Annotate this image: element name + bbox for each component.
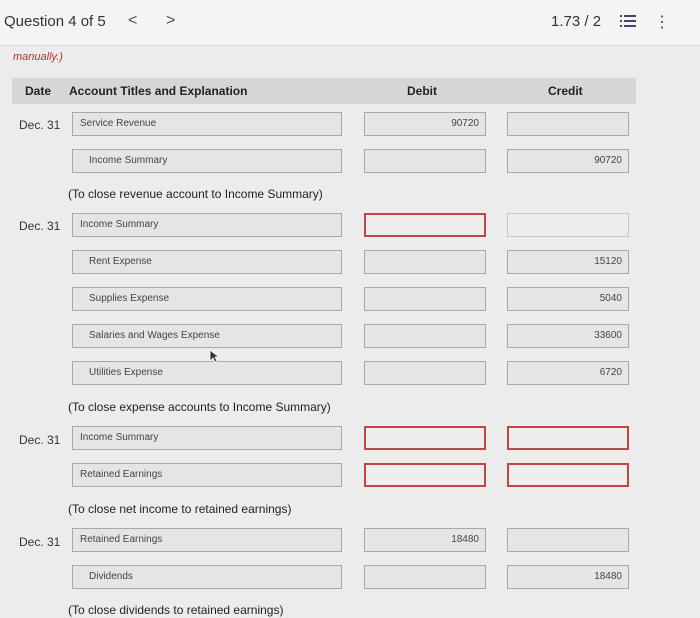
journal-table-header: Date Account Titles and Explanation Debi…	[12, 78, 636, 104]
account-field[interactable]: Income Summary	[72, 213, 342, 237]
entry-explanation: (To close net income to retained earning…	[68, 502, 292, 516]
credit-field[interactable]: 33600	[507, 324, 629, 348]
account-field[interactable]: Retained Earnings	[72, 463, 342, 487]
account-field[interactable]: Rent Expense	[72, 250, 342, 274]
entry-date: Dec. 31	[19, 535, 61, 549]
question-toolbar: Question 4 of 5 < > 1.73 / 2 ⋮	[0, 0, 700, 46]
account-field[interactable]: Utilities Expense	[72, 361, 342, 385]
credit-field-incorrect[interactable]	[507, 426, 629, 450]
debit-field[interactable]: 90720	[364, 112, 486, 136]
entry-explanation: (To close dividends to retained earnings…	[68, 603, 284, 617]
entry-date: Dec. 31	[19, 219, 61, 233]
entry-explanation: (To close expense accounts to Income Sum…	[68, 400, 331, 414]
account-field[interactable]: Supplies Expense	[72, 287, 342, 311]
next-question-button[interactable]: >	[166, 12, 175, 30]
credit-field[interactable]	[507, 213, 629, 237]
account-field[interactable]: Income Summary	[72, 426, 342, 450]
account-field[interactable]: Service Revenue	[72, 112, 342, 136]
score-display: 1.73 / 2	[551, 13, 602, 30]
debit-field-incorrect[interactable]	[364, 213, 486, 237]
entry-explanation: (To close revenue account to Income Summ…	[68, 187, 323, 201]
credit-field[interactable]: 6720	[507, 361, 629, 385]
debit-field[interactable]	[364, 324, 486, 348]
previous-question-button[interactable]: <	[128, 12, 137, 30]
credit-field[interactable]: 90720	[507, 149, 629, 173]
debit-field[interactable]	[364, 149, 486, 173]
account-field[interactable]: Retained Earnings	[72, 528, 342, 552]
debit-field[interactable]	[364, 565, 486, 589]
more-options-icon[interactable]: ⋮	[654, 12, 670, 32]
mouse-pointer-icon	[209, 349, 219, 363]
debit-field[interactable]: 18480	[364, 528, 486, 552]
debit-field[interactable]	[364, 250, 486, 274]
credit-field[interactable]: 18480	[507, 565, 629, 589]
debit-column-header: Debit	[407, 84, 437, 98]
entry-date: Dec. 31	[19, 118, 61, 132]
question-counter: Question 4 of 5	[4, 13, 106, 30]
debit-field[interactable]	[364, 287, 486, 311]
credit-field[interactable]: 5040	[507, 287, 629, 311]
account-column-header: Account Titles and Explanation	[69, 84, 248, 98]
credit-column-header: Credit	[548, 84, 583, 98]
credit-field[interactable]	[507, 112, 629, 136]
credit-field-incorrect[interactable]	[507, 463, 629, 487]
credit-field[interactable]: 15120	[507, 250, 629, 274]
debit-field-incorrect[interactable]	[364, 426, 486, 450]
debit-field[interactable]	[364, 361, 486, 385]
question-list-icon[interactable]	[620, 14, 636, 28]
date-column-header: Date	[25, 84, 52, 98]
entry-date: Dec. 31	[19, 433, 61, 447]
account-field[interactable]: Dividends	[72, 565, 342, 589]
credit-field[interactable]	[507, 528, 629, 552]
account-field[interactable]: Salaries and Wages Expense	[72, 324, 342, 348]
account-field[interactable]: Income Summary	[72, 149, 342, 173]
debit-field-incorrect[interactable]	[364, 463, 486, 487]
instruction-text: manually.)	[13, 51, 63, 63]
